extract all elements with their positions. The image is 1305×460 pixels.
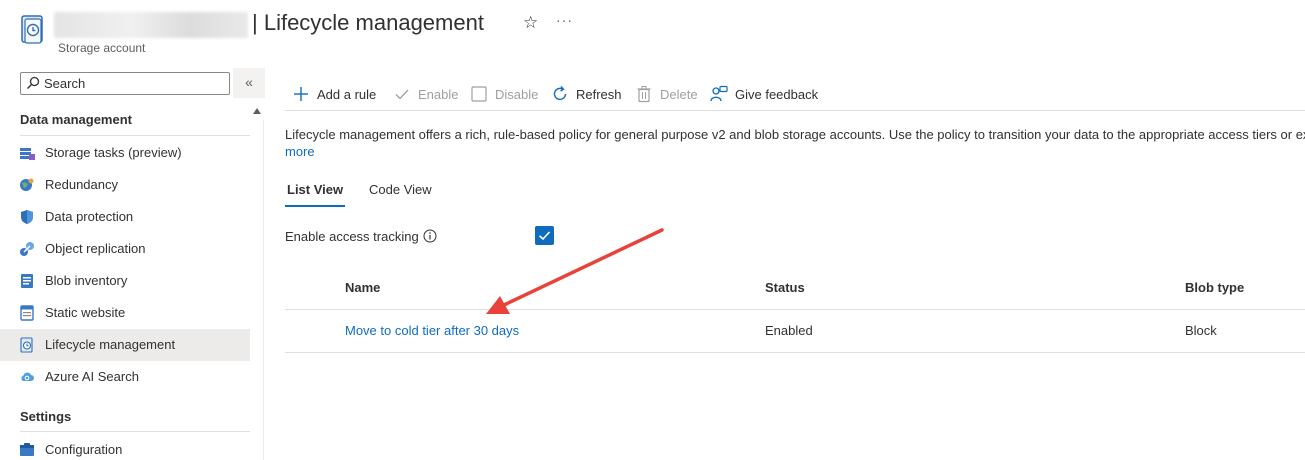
disable-button[interactable]: Disable bbox=[470, 80, 538, 108]
sidebar-item-label: Redundancy bbox=[45, 177, 118, 192]
enable-button[interactable]: Enable bbox=[393, 80, 458, 108]
add-rule-label: Add a rule bbox=[317, 86, 377, 102]
refresh-icon bbox=[553, 86, 567, 101]
website-icon bbox=[20, 305, 34, 321]
sidebar-item-storage-tasks[interactable]: Storage tasks (preview) bbox=[0, 137, 250, 169]
more-options-icon[interactable]: ··· bbox=[556, 12, 573, 28]
column-header-blob-type[interactable]: Blob type bbox=[1185, 280, 1244, 295]
section-divider bbox=[20, 431, 250, 432]
section-divider bbox=[20, 135, 250, 136]
checkmark-icon bbox=[395, 89, 409, 100]
rule-status: Enabled bbox=[765, 323, 813, 338]
section-header-data-management: Data management bbox=[20, 112, 132, 127]
access-tracking-checkbox[interactable] bbox=[535, 226, 554, 245]
sidebar-item-label: Object replication bbox=[45, 241, 146, 256]
lifecycle-resource-icon bbox=[21, 15, 43, 44]
sidebar-item-label: Azure AI Search bbox=[45, 369, 139, 384]
sidebar-item-label: Blob inventory bbox=[45, 273, 128, 288]
favorite-star-icon[interactable]: ☆ bbox=[523, 13, 538, 33]
delete-label: Delete bbox=[660, 86, 698, 102]
add-rule-button[interactable]: Add a rule bbox=[292, 80, 376, 108]
scroll-up-arrow-icon[interactable] bbox=[253, 108, 261, 114]
sidebar-item-redundancy[interactable]: Redundancy bbox=[0, 169, 250, 201]
sidebar-item-label: Data protection bbox=[45, 209, 134, 224]
sidebar-item-lifecycle-management[interactable]: Lifecycle management bbox=[0, 329, 250, 361]
inventory-icon bbox=[21, 274, 33, 288]
column-header-name[interactable]: Name bbox=[345, 280, 380, 295]
give-feedback-label: Give feedback bbox=[735, 86, 819, 102]
sidebar-item-label: Lifecycle management bbox=[45, 337, 176, 352]
globe-icon bbox=[20, 178, 34, 191]
checkmark-icon bbox=[538, 231, 551, 241]
table-row-divider bbox=[285, 352, 1305, 353]
delete-button[interactable]: Delete bbox=[635, 80, 698, 108]
rule-name-link[interactable]: Move to cold tier after 30 days bbox=[345, 323, 519, 338]
search-icon bbox=[27, 76, 40, 89]
tab-code-view[interactable]: Code View bbox=[369, 182, 432, 197]
empty-checkbox-icon bbox=[471, 86, 487, 102]
trash-icon bbox=[637, 86, 651, 103]
redacted-account-name bbox=[54, 12, 248, 38]
configuration-icon bbox=[20, 443, 34, 456]
lifecycle-description: Lifecycle management offers a rich, rule… bbox=[285, 127, 1305, 142]
refresh-button[interactable]: Refresh bbox=[551, 80, 622, 108]
collapse-sidebar-button[interactable]: « bbox=[233, 68, 265, 98]
search-input[interactable] bbox=[44, 75, 224, 92]
resource-type-label: Storage account bbox=[58, 41, 146, 55]
disable-label: Disable bbox=[495, 86, 539, 102]
info-icon[interactable] bbox=[423, 229, 437, 243]
replication-icon bbox=[20, 242, 34, 256]
sidebar-search-box[interactable] bbox=[20, 72, 230, 95]
sidebar-item-configuration[interactable]: Configuration bbox=[0, 434, 250, 460]
command-bar: Add a rule Enable Disable Refresh Delete bbox=[285, 80, 1305, 108]
sidebar-item-azure-ai-search[interactable]: Azure AI Search bbox=[0, 361, 250, 393]
refresh-label: Refresh bbox=[576, 86, 622, 102]
sidebar-item-label: Configuration bbox=[45, 442, 123, 457]
active-tab-indicator bbox=[285, 205, 345, 207]
feedback-icon bbox=[710, 85, 728, 102]
access-tracking-label: Enable access tracking bbox=[285, 229, 419, 244]
storage-tasks-icon bbox=[20, 148, 35, 160]
sidebar-item-label: Static website bbox=[45, 305, 126, 320]
plus-icon bbox=[294, 87, 308, 101]
cloud-search-icon bbox=[21, 372, 34, 381]
section-header-settings: Settings bbox=[20, 409, 72, 424]
sidebar-item-label: Storage tasks (preview) bbox=[45, 145, 182, 160]
page-title: | Lifecycle management bbox=[252, 10, 484, 35]
sidebar-item-blob-inventory[interactable]: Blob inventory bbox=[0, 265, 250, 297]
enable-label: Enable bbox=[418, 86, 459, 102]
toolbar-divider bbox=[285, 110, 1305, 111]
sidebar-item-object-replication[interactable]: Object replication bbox=[0, 233, 250, 265]
column-header-status[interactable]: Status bbox=[765, 280, 805, 295]
tab-list-view[interactable]: List View bbox=[287, 182, 343, 197]
rule-blob-type: Block bbox=[1185, 323, 1217, 338]
shield-icon bbox=[21, 210, 33, 224]
table-header-divider bbox=[285, 309, 1305, 310]
sidebar-divider bbox=[263, 120, 264, 460]
give-feedback-button[interactable]: Give feedback bbox=[710, 80, 818, 108]
lifecycle-icon bbox=[20, 337, 33, 353]
sidebar-item-data-protection[interactable]: Data protection bbox=[0, 201, 250, 233]
learn-more-link[interactable]: more bbox=[285, 144, 315, 159]
sidebar-item-static-website[interactable]: Static website bbox=[0, 297, 250, 329]
